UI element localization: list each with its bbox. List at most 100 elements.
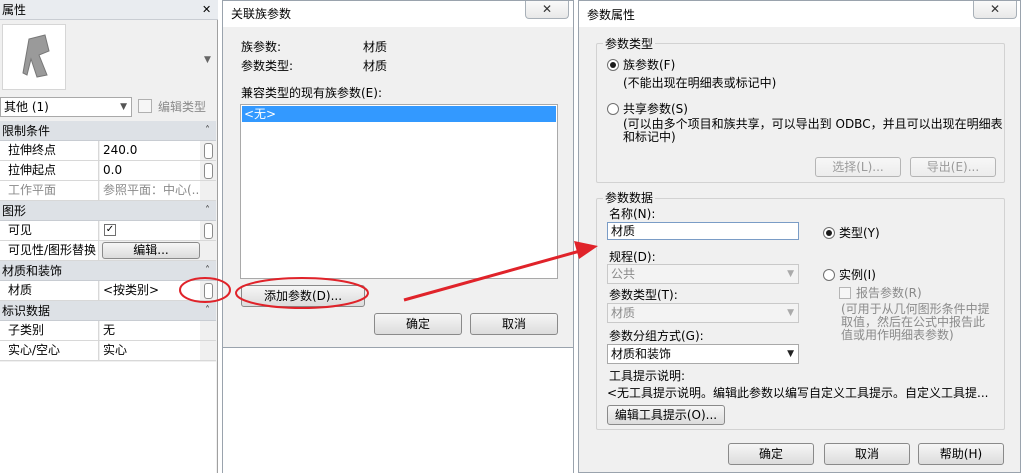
visible-checkbox[interactable]: ✓ [104,224,116,236]
type-preview-image [2,24,66,90]
add-param-button[interactable]: 添加参数(D)... [241,285,365,307]
list-item-none[interactable]: <无> [242,106,556,122]
edit-type-icon[interactable] [138,99,152,113]
row-value[interactable]: 无 [100,321,200,340]
associate-param-button[interactable] [204,163,213,179]
close-icon[interactable]: ✕ [202,2,211,18]
row-visibility-override[interactable]: 可见性/图形替换 编辑... [0,241,216,261]
chevron-down-icon: ▼ [120,102,127,112]
collapse-icon[interactable]: ˄ [205,261,210,281]
dialog-title: 参数属性 [587,8,636,22]
row-name: 拉伸终点 [0,141,99,160]
row-name: 可见性/图形替换 [0,241,99,260]
properties-panel: 属性 ✕ ▼ 其他 (1) ▼ 编辑类型 限制条件 ˄ 拉伸终点 240.0 拉伸… [0,0,218,473]
discipline-label: 规程(D): [609,250,656,264]
type-radio-label[interactable]: 类型(Y) [839,225,880,241]
row-name: 可见 [0,221,99,240]
close-icon[interactable]: ✕ [973,1,1017,19]
row-value[interactable]: <按类别> [100,281,200,300]
name-input-value: 材质 [611,224,636,238]
row-name: 子类别 [0,321,99,340]
type-radio[interactable] [823,227,835,239]
associate-material-param-button[interactable] [204,283,213,299]
name-input[interactable]: 材质 [607,222,799,240]
row-material[interactable]: 材质 <按类别> [0,281,216,301]
compatible-params-list[interactable]: <无> [240,104,558,279]
shared-param-desc-line1: (可以由多个项目和族共享，可以导出到 ODBC，并且可以出现在明细表 [623,117,1003,131]
compatible-params-label: 兼容类型的现有族参数(E): [241,86,382,100]
shared-param-radio-label[interactable]: 共享参数(S) [623,101,688,117]
tooltip-text: <无工具提示说明。编辑此参数以编写自定义工具提示。自定义工具提... [607,386,989,400]
collapse-icon[interactable]: ˄ [205,201,210,221]
group-by-label: 参数分组方式(G): [609,329,704,343]
category-graphics[interactable]: 图形 ˄ [0,201,216,221]
row-extrusion-start[interactable]: 拉伸起点 0.0 [0,161,216,181]
row-extrusion-end[interactable]: 拉伸终点 240.0 [0,141,216,161]
properties-titlebar: 属性 ✕ [0,0,218,20]
shared-param-desc-line2: 和标记中) [623,130,676,144]
discipline-value: 公共 [611,267,636,281]
family-param-radio[interactable] [607,59,619,71]
row-value: 参照平面：中心(... [100,181,200,200]
group-by-select[interactable]: 材质和装饰 ▼ [607,344,799,364]
ok-button[interactable]: 确定 [374,313,462,335]
row-visible[interactable]: 可见 ✓ [0,221,216,241]
param-type-label: 参数类型: [241,59,294,73]
edit-type-button[interactable]: 编辑类型 [158,99,206,115]
row-subcategory[interactable]: 子类别 无 [0,321,216,341]
properties-title: 属性 [2,3,27,17]
category-label: 材质和装饰 [2,264,63,278]
associate-param-button[interactable] [204,143,213,159]
cancel-button[interactable]: 取消 [470,313,558,335]
row-value[interactable]: ✓ [100,221,200,240]
param-type-label: 参数类型(T): [609,288,678,302]
report-param-label[interactable]: 报告参数(R) [856,285,922,301]
family-param-radio-label[interactable]: 族参数(F) [623,57,675,73]
associate-param-button[interactable] [204,223,213,239]
close-icon[interactable]: ✕ [525,1,569,19]
chevron-down-icon: ▼ [787,308,794,318]
select-button[interactable]: 选择(L)... [815,157,901,177]
edit-tooltip-button[interactable]: 编辑工具提示(O)... [607,405,725,425]
cancel-button[interactable]: 取消 [824,443,910,465]
help-button[interactable]: 帮助(H) [918,443,1004,465]
category-label: 限制条件 [2,124,51,138]
ok-button[interactable]: 确定 [728,443,814,465]
param-data-group-label: 参数数据 [603,191,656,205]
category-constraints[interactable]: 限制条件 ˄ [0,121,216,141]
param-type-value: 材质 [611,306,636,320]
param-type-value: 材质 [363,59,388,73]
param-type-select[interactable]: 材质 ▼ [607,303,799,323]
export-button[interactable]: 导出(E)... [910,157,996,177]
category-label: 标识数据 [2,304,51,318]
group-by-value: 材质和装饰 [611,347,672,361]
report-param-checkbox[interactable] [839,287,851,299]
category-identity[interactable]: 标识数据 ˄ [0,301,216,321]
chevron-down-icon: ▼ [787,349,794,359]
category-label: 图形 [2,204,27,218]
list-item-label: <无> [244,107,277,121]
row-value[interactable]: 240.0 [100,141,200,160]
category-materials[interactable]: 材质和装饰 ˄ [0,261,216,281]
middle-background-area [222,348,574,473]
row-name: 材质 [0,281,99,300]
visibility-edit-button[interactable]: 编辑... [102,242,200,259]
instance-radio-label[interactable]: 实例(I) [839,267,876,283]
collapse-icon[interactable]: ˄ [205,301,210,321]
dialog-title: 关联族参数 [231,7,292,21]
row-solid-void[interactable]: 实心/空心 实心 [0,341,216,361]
chevron-down-icon: ▼ [787,269,794,279]
instance-radio[interactable] [823,269,835,281]
discipline-select[interactable]: 公共 ▼ [607,264,799,284]
row-name: 工作平面 [0,181,99,200]
parameter-properties-dialog: 参数属性 ✕ 参数类型 族参数(F) (不能出现在明细表或标记中) 共享参数(S… [578,0,1021,473]
collapse-icon[interactable]: ˄ [205,121,210,141]
shared-param-radio[interactable] [607,103,619,115]
row-value[interactable]: 实心 [100,341,200,360]
row-value[interactable]: 0.0 [100,161,200,180]
dialog-titlebar: 关联族参数 ✕ [223,1,573,27]
type-selector[interactable]: 其他 (1) ▼ [0,97,132,117]
family-param-desc: (不能出现在明细表或标记中) [623,76,777,90]
dialog-titlebar: 参数属性 ✕ [579,1,1020,27]
type-preview-dropdown-icon[interactable]: ▼ [204,52,211,68]
